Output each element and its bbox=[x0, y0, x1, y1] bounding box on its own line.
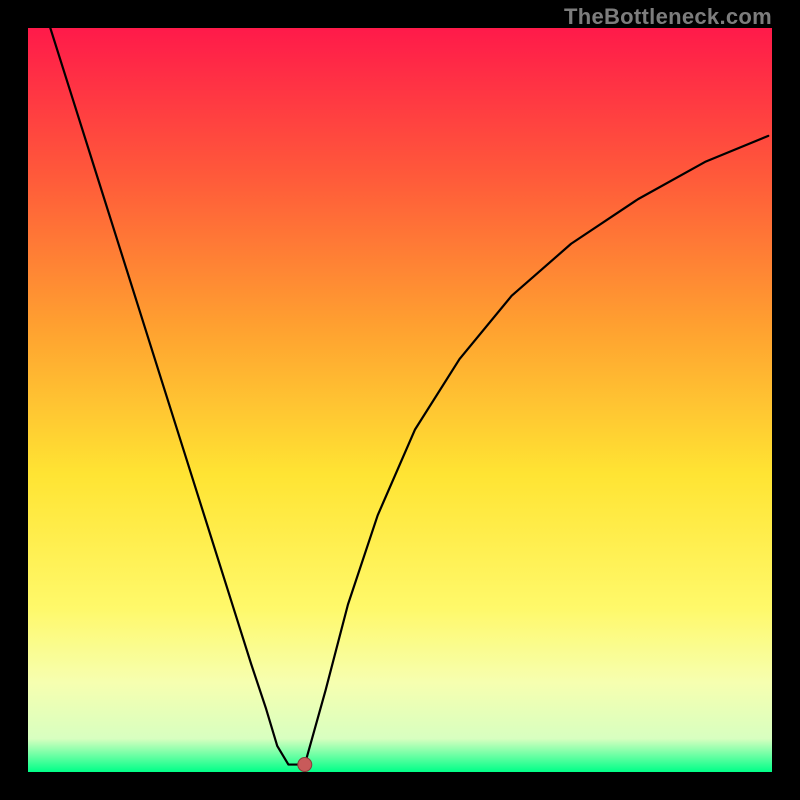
plot-svg bbox=[28, 28, 772, 772]
watermark-text: TheBottleneck.com bbox=[564, 4, 772, 30]
minimum-marker bbox=[298, 758, 312, 772]
gradient-background bbox=[28, 28, 772, 772]
plot-frame bbox=[28, 28, 772, 772]
chart-container: TheBottleneck.com bbox=[0, 0, 800, 800]
